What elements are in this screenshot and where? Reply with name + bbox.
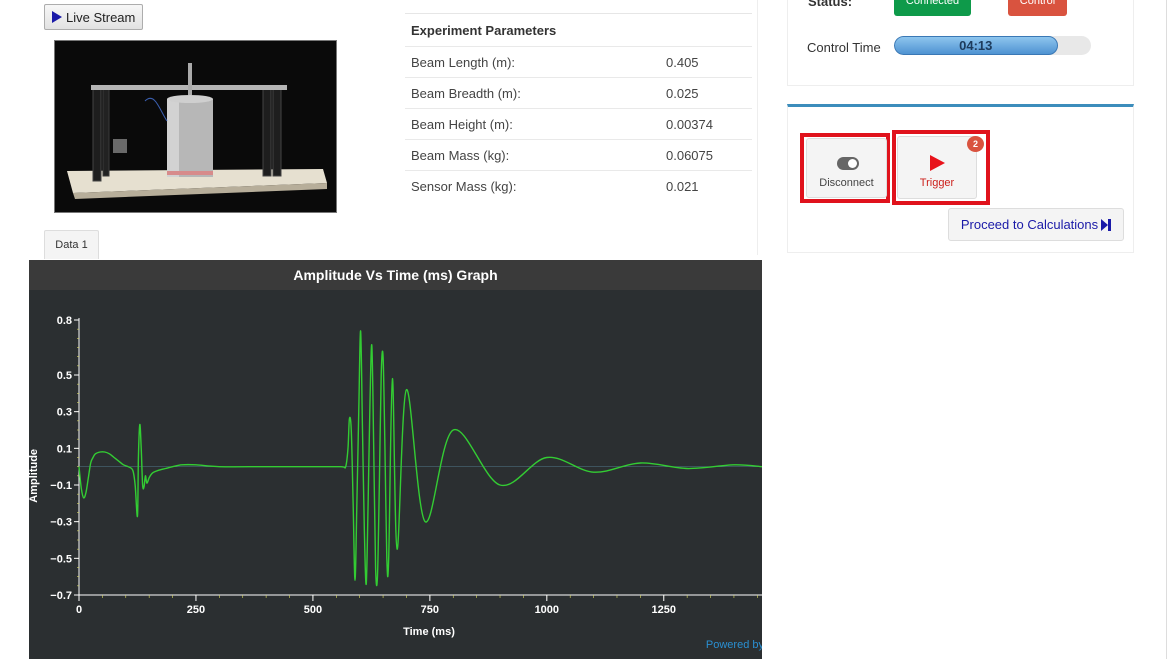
proceed-to-calculations-button[interactable]: Proceed to Calculations (948, 208, 1124, 241)
status-label: Status: (808, 0, 853, 9)
param-key: Beam Length (m): (411, 55, 516, 70)
param-key: Beam Mass (kg): (411, 148, 510, 163)
toggle-icon (837, 157, 859, 170)
experiment-parameters-table: Experiment Parameters Beam Length (m): 0… (405, 13, 752, 201)
powered-by-link[interactable]: Powered by (706, 639, 762, 651)
trigger-count-badge: 2 (967, 136, 984, 152)
x-axis-label: Time (ms) (403, 626, 455, 638)
x-tick-label: 1250 (652, 604, 676, 616)
amplitude-series-line (78, 330, 762, 587)
param-value: 0.025 (666, 86, 699, 101)
x-tick-label: 750 (421, 604, 439, 616)
param-value: 0.405 (666, 55, 699, 70)
trigger-button[interactable]: Trigger (897, 136, 977, 199)
y-axis-label: Amplitude (29, 449, 40, 503)
control-badge: Control (1008, 0, 1067, 16)
x-tick-label: 1000 (535, 604, 559, 616)
y-tick-label: 0.1 (57, 443, 72, 455)
play-icon (930, 155, 945, 171)
panel-divider (757, 0, 758, 255)
chart-plot: 0.8 0.5 0.3 0.1 −0.1 −0.3 −0.5 −0.7 0 250 500 750 10… (29, 315, 762, 638)
chart-title: Amplitude Vs Time (ms) Graph (29, 260, 762, 290)
y-tick-label: 0.3 (57, 407, 72, 419)
y-tick-label: 0.8 (57, 315, 72, 327)
y-tick-label: −0.7 (50, 590, 72, 602)
live-stream-label: Live Stream (66, 9, 136, 25)
param-key: Sensor Mass (kg): (411, 179, 517, 194)
param-value: 0.06075 (666, 148, 713, 163)
parameters-title: Experiment Parameters (405, 13, 752, 46)
param-key: Beam Breadth (m): (411, 86, 521, 101)
y-tick-label: −0.3 (50, 517, 72, 529)
proceed-label: Proceed to Calculations (960, 217, 1099, 232)
x-tick-label: 500 (304, 604, 322, 616)
x-tick-label: 0 (76, 604, 82, 616)
x-tick-label: 250 (187, 604, 205, 616)
table-row: Beam Mass (kg): 0.06075 (405, 139, 752, 170)
param-value: 0.00374 (666, 117, 713, 132)
live-stream-button[interactable]: Live Stream (44, 4, 143, 30)
tab-data-1[interactable]: Data 1 (44, 230, 99, 259)
connected-badge: Connected (894, 0, 971, 16)
y-tick-label: 0.5 (57, 370, 72, 382)
control-time-progress-fill: 04:13 (894, 36, 1058, 55)
table-row: Beam Length (m): 0.405 (405, 46, 752, 77)
table-row: Beam Breadth (m): 0.025 (405, 77, 752, 108)
page-edge (1166, 0, 1167, 659)
apparatus-photo (54, 40, 337, 213)
table-row: Sensor Mass (kg): 0.021 (405, 170, 752, 201)
control-time-label: Control Time (807, 40, 881, 55)
play-icon (52, 11, 62, 23)
control-time-progress: 04:13 (894, 36, 1091, 55)
amplitude-chart: Amplitude Vs Time (ms) Graph 0.8 0.5 0.3 0.… (29, 260, 762, 659)
disconnect-label: Disconnect (819, 177, 874, 189)
y-tick-label: −0.5 (50, 553, 72, 565)
param-key: Beam Height (m): (411, 117, 513, 132)
param-value: 0.021 (666, 179, 699, 194)
trigger-label: Trigger (919, 177, 955, 189)
disconnect-button[interactable]: Disconnect (806, 138, 887, 198)
y-tick-label: −0.1 (50, 480, 72, 492)
table-row: Beam Height (m): 0.00374 (405, 108, 752, 139)
step-forward-icon (1101, 218, 1112, 231)
